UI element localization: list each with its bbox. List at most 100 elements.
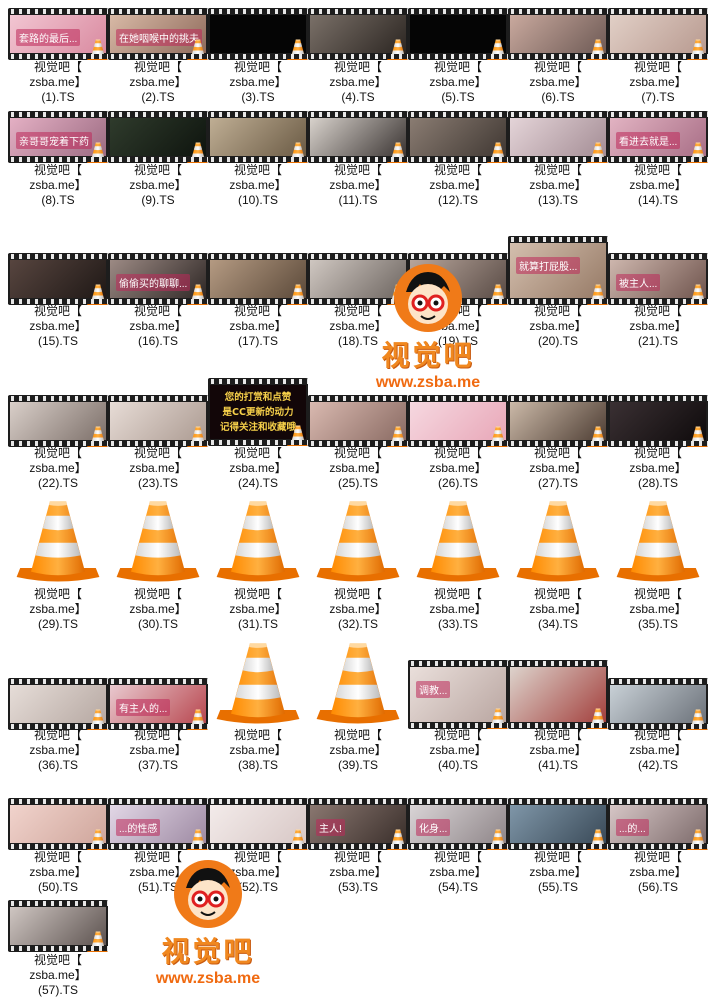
- file-name-label: (24).TS: [237, 476, 278, 490]
- video-thumbnail: 被主人...: [608, 253, 708, 305]
- file-name-label: zsba.me】: [29, 319, 87, 333]
- file-name-label: zsba.me】: [229, 319, 287, 333]
- file-name-label: (5).TS: [441, 90, 475, 104]
- vlc-cone-icon: [586, 828, 608, 850]
- file-name-label: (54).TS: [437, 880, 478, 894]
- file-name-label: zsba.me】: [529, 178, 587, 192]
- file-name-label: 视觉吧【: [533, 850, 582, 864]
- vlc-cone-icon: [686, 708, 708, 730]
- file-name-label: 视觉吧【: [333, 728, 382, 742]
- file-name-label: (57).TS: [37, 983, 78, 997]
- vlc-cone-icon: [86, 708, 108, 730]
- vlc-cone-icon: [408, 496, 508, 596]
- vlc-cone-icon: [186, 425, 208, 447]
- file-name-label: 视觉吧【: [33, 587, 82, 601]
- thumbnail-caption: 看进去就是...: [616, 132, 681, 149]
- file-name-label: 视觉吧【: [633, 163, 682, 177]
- thumbnail-caption: 套路的最后...: [16, 29, 81, 46]
- file-name-label: 视觉吧【: [33, 446, 82, 460]
- file-name-label: 视觉吧【: [33, 953, 82, 967]
- file-name-label: (35).TS: [637, 617, 678, 631]
- file-name-label: 视觉吧【: [133, 163, 182, 177]
- file-name-label: zsba.me】: [29, 743, 87, 757]
- file-name-label: (6).TS: [541, 90, 575, 104]
- file-name-label: (32).TS: [337, 617, 378, 631]
- thumbnail-caption: 调教...: [416, 681, 451, 698]
- file-name-label: zsba.me】: [329, 602, 387, 616]
- file-name-label: (33).TS: [437, 617, 478, 631]
- video-thumbnail: 就算打屁股...: [508, 236, 608, 305]
- file-name-label: (21).TS: [637, 334, 678, 348]
- file-name-label: zsba.me】: [129, 602, 187, 616]
- file-name-label: zsba.me】: [229, 602, 287, 616]
- vlc-cone-icon: [486, 425, 508, 447]
- video-thumbnail: 主人!: [308, 798, 408, 850]
- file-name-label: zsba.me】: [629, 75, 687, 89]
- vlc-cone-icon: [686, 141, 708, 163]
- vlc-cone-icon: [386, 38, 408, 60]
- file-name-label: zsba.me】: [29, 865, 87, 879]
- file-name-label: 视觉吧【: [433, 728, 482, 742]
- file-name-label: (20).TS: [537, 334, 578, 348]
- file-name-label: 视觉吧【: [633, 304, 682, 318]
- file-name-label: 视觉吧【: [133, 446, 182, 460]
- file-name-label: 视觉吧【: [333, 163, 382, 177]
- file-name-label: zsba.me】: [129, 75, 187, 89]
- video-thumbnail: 套路的最后...: [8, 8, 108, 60]
- mascot-face-icon: [172, 858, 244, 930]
- thumbnail-caption: 亲哥哥宠着下药: [16, 132, 92, 149]
- vlc-cone-icon: [486, 828, 508, 850]
- vlc-cone-icon: [286, 141, 308, 163]
- file-name-label: (3).TS: [241, 90, 275, 104]
- file-name-label: (17).TS: [237, 334, 278, 348]
- file-name-label: zsba.me】: [629, 865, 687, 879]
- thumbnail-text-line: 记得关注和收藏哦: [219, 421, 296, 433]
- file-name-label: 视觉吧【: [233, 60, 282, 74]
- file-name-label: (15).TS: [37, 334, 78, 348]
- file-name-label: 视觉吧【: [433, 587, 482, 601]
- file-name-label: 视觉吧【: [533, 587, 582, 601]
- vlc-cone-icon: [8, 496, 108, 596]
- file-name-label: (55).TS: [537, 880, 578, 894]
- file-name-label: zsba.me】: [229, 461, 287, 475]
- video-thumbnail: [608, 395, 708, 447]
- file-name-label: 视觉吧【: [333, 60, 382, 74]
- video-thumbnail: [8, 900, 108, 952]
- vlc-cone-icon: [186, 828, 208, 850]
- file-name-label: zsba.me】: [429, 461, 487, 475]
- file-name-label: 视觉吧【: [533, 304, 582, 318]
- file-name-label: zsba.me】: [229, 743, 287, 757]
- file-name-label: (41).TS: [537, 758, 578, 772]
- file-name-label: (34).TS: [537, 617, 578, 631]
- file-name-label: zsba.me】: [529, 602, 587, 616]
- video-thumbnail: [508, 111, 608, 163]
- file-name-label: (13).TS: [537, 193, 578, 207]
- file-name-label: 视觉吧【: [433, 60, 482, 74]
- file-name-label: 视觉吧【: [533, 446, 582, 460]
- video-thumbnail: [308, 111, 408, 163]
- video-thumbnail: 化身...: [408, 798, 508, 850]
- vlc-cone-icon: [686, 38, 708, 60]
- file-icon-grid: 套路的最后... 视觉吧【 zsba.me】 (1).TS 在她咽喉中的挑夫 视觉吧【 zs…: [0, 0, 712, 1000]
- file-name-label: (29).TS: [37, 617, 78, 631]
- video-thumbnail: [108, 111, 208, 163]
- video-thumbnail: [8, 253, 108, 305]
- thumbnail-caption: 有主人的...: [116, 699, 171, 716]
- thumbnail-caption: ...的...: [616, 819, 649, 836]
- file-name-label: (40).TS: [437, 758, 478, 772]
- watermark: 视觉吧 www.zsba.me: [348, 262, 508, 392]
- video-thumbnail: [608, 8, 708, 60]
- file-name-label: zsba.me】: [529, 75, 587, 89]
- vlc-cone-icon: [86, 141, 108, 163]
- file-name-label: zsba.me】: [329, 178, 387, 192]
- file-name-label: (38).TS: [237, 758, 278, 772]
- vlc-cone-icon: [186, 283, 208, 305]
- file-name-label: 视觉吧【: [233, 728, 282, 742]
- file-name-label: (39).TS: [337, 758, 378, 772]
- file-name-label: 视觉吧【: [633, 587, 682, 601]
- file-name-label: zsba.me】: [329, 461, 387, 475]
- video-thumbnail: 亲哥哥宠着下药: [8, 111, 108, 163]
- file-name-label: 视觉吧【: [33, 728, 82, 742]
- vlc-cone-icon: [308, 638, 408, 738]
- video-thumbnail: [408, 8, 508, 60]
